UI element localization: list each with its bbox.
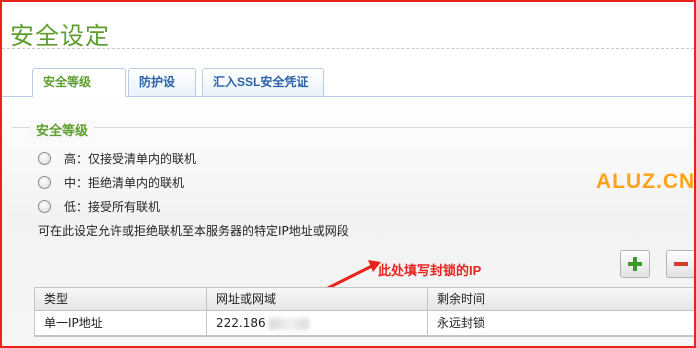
security-level-group [12, 127, 694, 128]
cell-remaining-time: 永远封锁 [437, 316, 486, 330]
minus-icon [674, 262, 688, 266]
radio-option-high[interactable]: 高：仅接受清单内的联机 [38, 150, 196, 166]
add-entry-button[interactable] [620, 250, 650, 278]
table-header-row: 类型 网址或网域 剩余时间 [35, 288, 694, 311]
tab-import-ssl-certificate[interactable]: 汇入SSL安全凭证 [202, 68, 324, 96]
cell-address-text: 222.186 [216, 316, 266, 330]
radio-button-medium[interactable] [38, 175, 51, 189]
access-list-description: 可在此设定允许或拒绝联机至本服务器的特定IP地址或网段 [38, 224, 349, 238]
access-list-table: 类型 网址或网域 剩余时间 单一IP地址 222.186 永远封锁 [34, 287, 694, 337]
radio-option-medium[interactable]: 中：拒绝清单内的联机 [38, 174, 184, 190]
radio-button-low[interactable] [38, 199, 51, 213]
cell-type: 单一IP地址 [35, 311, 207, 335]
column-header-type[interactable]: 类型 [35, 288, 207, 310]
column-header-remaining-time[interactable]: 剩余时间 [428, 288, 694, 310]
page-title: 安全设定 [10, 22, 110, 50]
security-level-legend: 安全等级 [30, 120, 95, 139]
column-header-address[interactable]: 网址或网域 [207, 288, 428, 310]
tab-bar: 安全等级 防护设定 汇入SSL安全凭证 [2, 68, 694, 116]
title-divider [2, 48, 694, 49]
radio-label-high: 高：仅接受清单内的联机 [64, 151, 197, 166]
radio-option-low[interactable]: 低：接受所有联机 [38, 198, 160, 214]
plus-icon [628, 257, 642, 271]
screenshot-frame: 安全设定 安全等级 防护设定 汇入SSL安全凭证 安全等级 高：仅接受清单内的联… [0, 0, 696, 348]
table-row[interactable]: 单一IP地址 222.186 永远封锁 [35, 311, 694, 336]
annotation-text: 此处填写封锁的IP [378, 263, 482, 278]
radio-button-high[interactable] [38, 151, 51, 165]
radio-label-low: 低：接受所有联机 [64, 199, 161, 214]
radio-label-medium: 中：拒绝清单内的联机 [64, 175, 185, 190]
tab-protection-settings[interactable]: 防护设定 [128, 68, 196, 116]
tab-security-level[interactable]: 安全等级 [32, 68, 126, 97]
watermark-logo: ALUZ.CN [596, 170, 696, 193]
redacted-address-part [268, 317, 309, 330]
remove-entry-button[interactable] [666, 250, 694, 278]
cell-address: 222.186 [207, 311, 428, 335]
